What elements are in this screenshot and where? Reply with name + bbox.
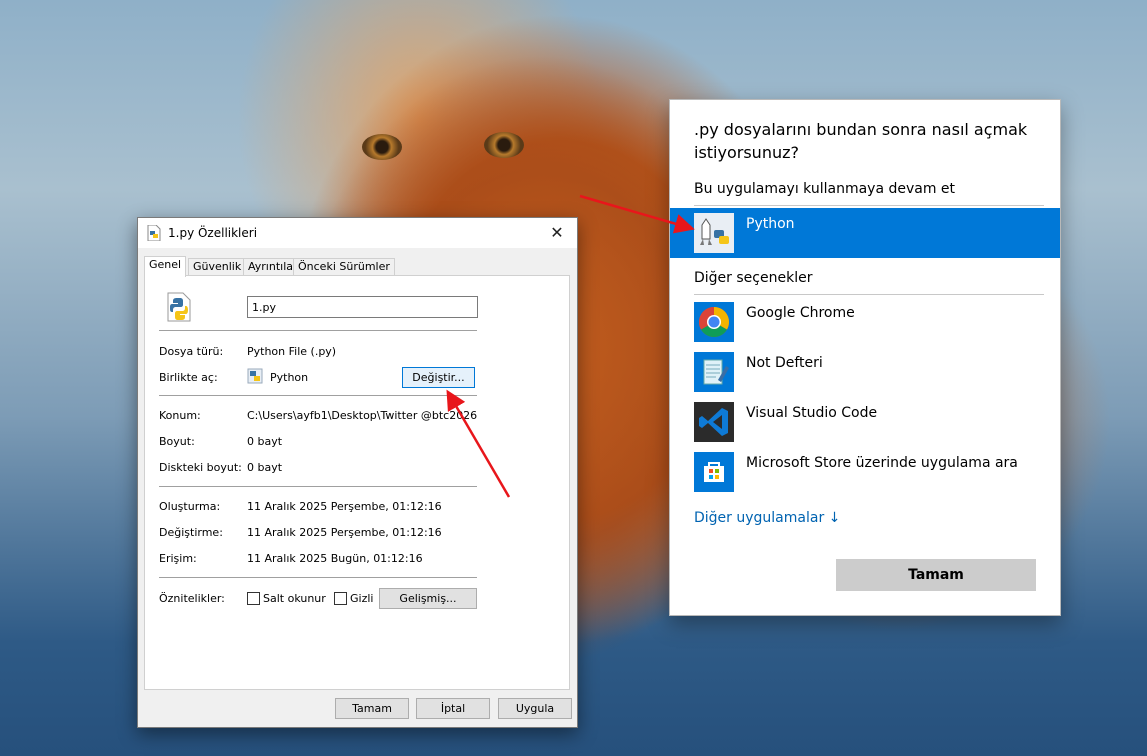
- app-option-store-search[interactable]: Microsoft Store üzerinde uygulama ara: [670, 447, 1060, 497]
- microsoft-store-icon: [694, 452, 734, 492]
- app-name: Not Defteri: [746, 355, 823, 371]
- divider: [159, 486, 477, 487]
- file-type-label: Dosya türü:: [159, 345, 224, 358]
- hidden-label: Gizli: [350, 592, 374, 605]
- more-apps-label: Diğer uygulamalar: [694, 510, 825, 526]
- advanced-button[interactable]: Gelişmiş...: [379, 588, 477, 609]
- accessed-label: Erişim:: [159, 552, 197, 565]
- dialog-question: .py dosyalarını bundan sonra nasıl açmak…: [694, 120, 1028, 162]
- accessed-value: 11 Aralık 2025 Bugün, 01:12:16: [247, 552, 423, 565]
- app-name: Microsoft Store üzerinde uygulama ara: [746, 455, 1018, 471]
- created-label: Oluşturma:: [159, 500, 221, 513]
- open-with-dialog: .py dosyalarını bundan sonra nasıl açmak…: [669, 99, 1061, 616]
- divider: [694, 294, 1044, 295]
- app-option-vscode[interactable]: Visual Studio Code: [670, 397, 1060, 447]
- close-icon[interactable]: ✕: [537, 218, 577, 248]
- title-bar: 1.py Özellikleri ✕: [138, 218, 577, 248]
- python-launcher-icon: [694, 213, 734, 253]
- disk-size-value: 0 bayt: [247, 461, 283, 474]
- tab-previous-versions[interactable]: Önceki Sürümler: [293, 258, 395, 276]
- file-properties-window: 1.py Özellikleri ✕ Genel Güvenlik Ayrınt…: [137, 217, 578, 728]
- disk-size-label: Diskteki boyut:: [159, 461, 242, 474]
- app-name: Python: [746, 216, 795, 232]
- hidden-checkbox[interactable]: [334, 592, 347, 605]
- apply-button[interactable]: Uygula: [498, 698, 572, 719]
- ok-button[interactable]: Tamam: [335, 698, 409, 719]
- app-option-notepad[interactable]: Not Defteri: [670, 347, 1060, 397]
- chrome-icon: [694, 302, 734, 342]
- divider: [159, 577, 477, 578]
- divider: [694, 205, 1044, 206]
- divider: [159, 330, 477, 331]
- divider: [159, 395, 477, 396]
- readonly-label: Salt okunur: [263, 592, 326, 605]
- wallpaper-fox-eye: [484, 132, 524, 158]
- modified-label: Değiştirme:: [159, 526, 223, 539]
- other-options-heading: Diğer seçenekler: [694, 270, 813, 286]
- tab-security[interactable]: Güvenlik: [188, 258, 247, 276]
- opens-with-label: Birlikte aç:: [159, 371, 218, 384]
- python-file-icon: [147, 225, 161, 241]
- readonly-checkbox[interactable]: [247, 592, 260, 605]
- created-value: 11 Aralık 2025 Perşembe, 01:12:16: [247, 500, 442, 513]
- app-option-python[interactable]: Python: [670, 208, 1060, 258]
- wallpaper-fox-eye: [362, 134, 402, 160]
- size-label: Boyut:: [159, 435, 195, 448]
- attributes-label: Öznitelikler:: [159, 592, 225, 605]
- modified-value: 11 Aralık 2025 Perşembe, 01:12:16: [247, 526, 442, 539]
- python-app-icon: [247, 368, 263, 384]
- vscode-icon: [694, 402, 734, 442]
- more-apps-link[interactable]: Diğer uygulamalar ↓: [694, 510, 840, 526]
- general-panel: Dosya türü: Python File (.py) Birlikte a…: [144, 275, 570, 690]
- tab-general[interactable]: Genel: [144, 256, 187, 277]
- cancel-button[interactable]: İptal: [416, 698, 490, 719]
- python-file-large-icon: [167, 292, 191, 322]
- app-option-chrome[interactable]: Google Chrome: [670, 297, 1060, 347]
- change-button[interactable]: Değiştir...: [402, 367, 475, 388]
- size-value: 0 bayt: [247, 435, 283, 448]
- app-name: Visual Studio Code: [746, 405, 878, 421]
- arrow-down-icon: ↓: [828, 510, 841, 526]
- location-label: Konum:: [159, 409, 201, 422]
- keep-using-heading: Bu uygulamayı kullanmaya devam et: [694, 181, 956, 197]
- location-value: C:\Users\ayfb1\Desktop\Twitter @btc2026 …: [247, 409, 479, 422]
- dialog-ok-button[interactable]: Tamam: [836, 559, 1036, 591]
- file-name-field[interactable]: [247, 296, 478, 318]
- app-name: Google Chrome: [746, 305, 855, 321]
- notepad-icon: [694, 352, 734, 392]
- file-type-value: Python File (.py): [247, 345, 337, 358]
- opens-with-value: Python: [270, 371, 309, 384]
- window-title: 1.py Özellikleri: [168, 226, 258, 240]
